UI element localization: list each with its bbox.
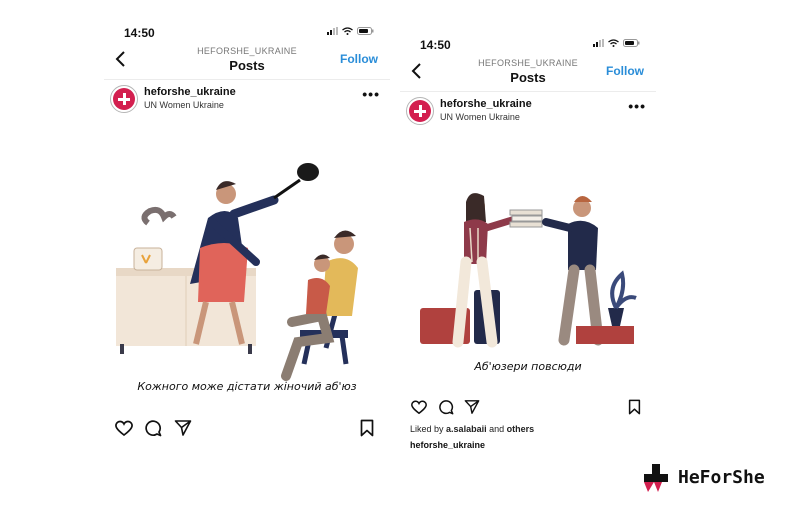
heart-icon[interactable] (410, 399, 428, 415)
status-time: 14:50 (420, 38, 451, 52)
author-username[interactable]: heforshe_ukraine (440, 98, 532, 110)
wifi-icon (608, 39, 619, 47)
post-header: HEFORSHE_UKRAINE Posts Follow (104, 44, 390, 80)
battery-icon (623, 39, 640, 47)
liked-by-line: Liked by a.salabaii and others (400, 424, 656, 434)
avatar[interactable] (110, 85, 138, 113)
post-image: Аб'юзери повсюди (400, 130, 656, 394)
wifi-icon (342, 27, 353, 35)
post-caption-text: Аб'юзери повсюди (474, 360, 582, 373)
illustration-couple-dividing-belongings (420, 193, 637, 348)
status-icons (593, 39, 640, 47)
instagram-post-screen-2: 14:50 HEFORSHE_UKRAINE Posts Follow hefo… (400, 30, 656, 450)
liked-by-and: and (489, 424, 505, 434)
post-owner-caption[interactable]: heforshe_ukraine (400, 440, 656, 450)
signal-icon (593, 39, 604, 47)
avatar[interactable] (406, 97, 434, 125)
author-subtitle: UN Women Ukraine (440, 112, 520, 122)
battery-icon (357, 27, 374, 35)
more-options-icon[interactable]: ••• (362, 86, 380, 102)
status-bar: 14:50 (400, 30, 656, 56)
post-header: HEFORSHE_UKRAINE Posts Follow (400, 56, 656, 92)
follow-button[interactable]: Follow (606, 64, 644, 78)
post-author-row: heforshe_ukraine UN Women Ukraine ••• (400, 92, 656, 130)
share-icon[interactable] (174, 419, 192, 437)
bookmark-icon[interactable] (360, 419, 374, 437)
share-icon[interactable] (464, 399, 480, 415)
status-icons (327, 27, 374, 35)
post-actions-bar (400, 394, 656, 424)
comment-icon[interactable] (144, 419, 162, 437)
post-author-row: heforshe_ukraine UN Women Ukraine ••• (104, 80, 390, 118)
author-username[interactable]: heforshe_ukraine (144, 86, 236, 98)
post-actions-bar (104, 414, 390, 444)
follow-button[interactable]: Follow (340, 52, 378, 66)
post-image: Кожного може дістати жіночий аб'юз (104, 118, 390, 414)
heforshe-plus-icon (644, 464, 668, 492)
liked-by-prefix: Liked by (410, 424, 444, 434)
status-bar: 14:50 (104, 18, 390, 44)
status-time: 14:50 (124, 26, 155, 40)
liked-by-others[interactable]: others (507, 424, 535, 434)
post-caption-text: Кожного може дістати жіночий аб'юз (137, 380, 357, 393)
signal-icon (327, 27, 338, 35)
author-subtitle: UN Women Ukraine (144, 100, 224, 110)
bookmark-icon[interactable] (628, 399, 641, 415)
heart-icon[interactable] (114, 419, 134, 437)
brand-wordmark: HeForShe (678, 467, 765, 488)
comment-icon[interactable] (438, 399, 454, 415)
liked-by-user[interactable]: a.salabaii (446, 424, 487, 434)
more-options-icon[interactable]: ••• (628, 98, 646, 114)
instagram-post-screen-1: 14:50 HEFORSHE_UKRAINE Posts Follow hefo… (104, 18, 390, 454)
illustration-kitchen-argument (116, 163, 358, 381)
heforshe-logo: HeForShe (640, 462, 780, 494)
